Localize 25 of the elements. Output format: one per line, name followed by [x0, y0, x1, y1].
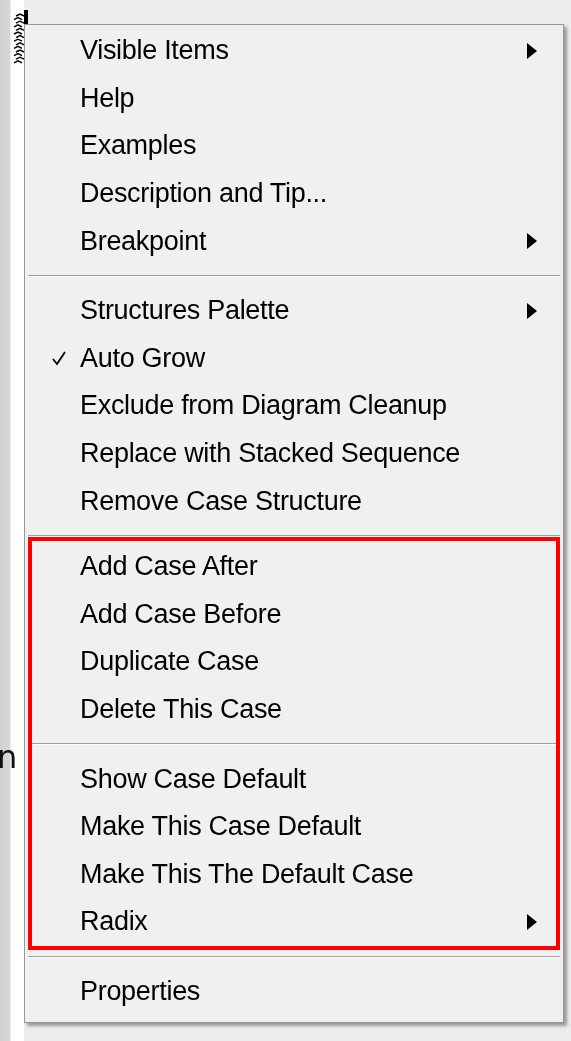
menu-item[interactable]: Examples	[25, 122, 563, 170]
menu-item[interactable]: Delete This Case	[32, 685, 556, 734]
menu-item[interactable]: Show Case Default	[32, 755, 556, 803]
menu-item[interactable]: Structures Palette	[25, 286, 563, 335]
menu-item[interactable]: Description and Tip...	[25, 169, 563, 218]
checkmark-icon	[51, 350, 66, 366]
menu-item[interactable]: Add Case After	[32, 542, 556, 591]
menu-item[interactable]: Radix	[32, 898, 556, 946]
menu-item[interactable]: Help	[25, 74, 563, 123]
background-text: n	[0, 738, 18, 776]
submenu-arrow-icon	[527, 42, 537, 59]
submenu-arrow-icon	[527, 913, 537, 930]
menu-item[interactable]: Breakpoint	[25, 217, 563, 265]
menu-item[interactable]: Properties	[25, 967, 563, 1016]
menu-item[interactable]: Exclude from Diagram Cleanup	[25, 382, 563, 430]
menu-item[interactable]: Remove Case Structure	[25, 477, 563, 525]
submenu-arrow-icon	[527, 302, 537, 319]
menu-item[interactable]: Duplicate Case	[32, 638, 556, 686]
menu-item[interactable]: Auto Grow	[25, 334, 563, 383]
menu-item[interactable]: Make This Case Default	[32, 802, 556, 851]
menu-item[interactable]: Replace with Stacked Sequence	[25, 429, 563, 478]
menu-item[interactable]: Visible Items	[25, 27, 563, 75]
menu-item[interactable]: Make This The Default Case	[32, 850, 556, 899]
menu-item[interactable]: Add Case Before	[32, 590, 556, 639]
submenu-arrow-icon	[527, 233, 537, 250]
